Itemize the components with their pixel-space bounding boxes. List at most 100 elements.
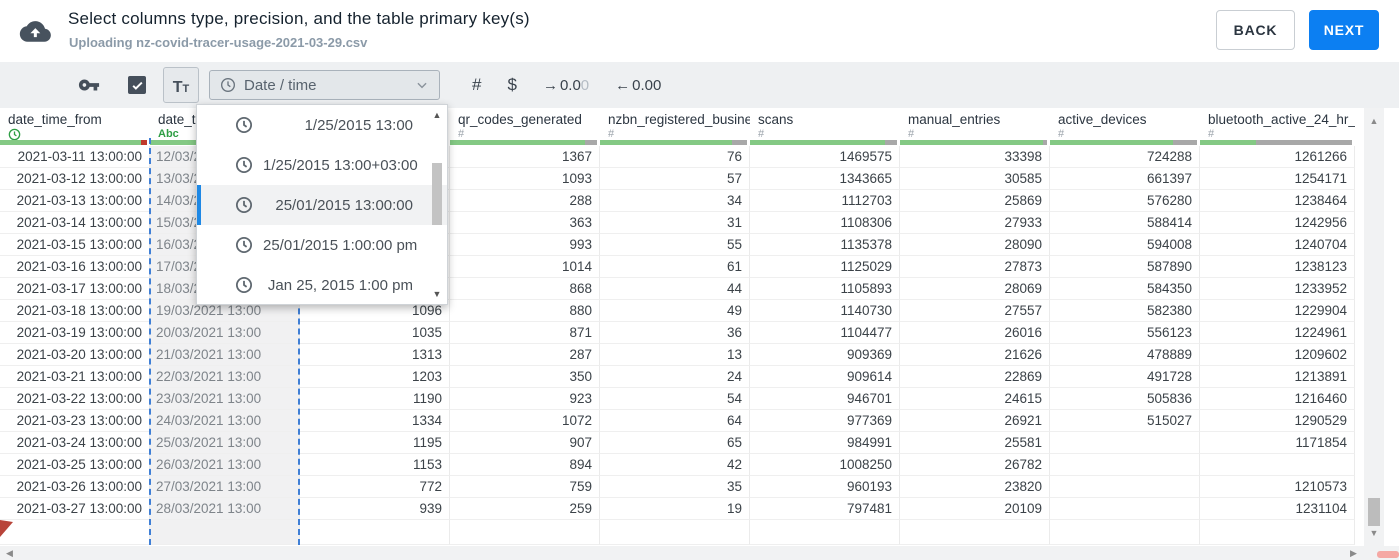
table-cell[interactable]: 871	[450, 322, 600, 344]
table-cell[interactable]: 594008	[1050, 234, 1200, 256]
table-cell[interactable]: 1153	[300, 454, 450, 476]
table-cell[interactable]: 1367	[450, 146, 600, 168]
table-cell[interactable]: 1140730	[750, 300, 900, 322]
table-cell[interactable]: 1135378	[750, 234, 900, 256]
table-cell[interactable]: 1261266	[1200, 146, 1355, 168]
date-format-option[interactable]: 25/01/2015 13:00:00	[197, 185, 447, 225]
table-cell[interactable]: 576280	[1050, 190, 1200, 212]
table-cell[interactable]: 1216460	[1200, 388, 1355, 410]
vertical-scrollbar[interactable]: ▲ ▼	[1364, 108, 1384, 546]
table-cell[interactable]: 55	[600, 234, 750, 256]
table-cell[interactable]: 907	[450, 432, 600, 454]
table-cell[interactable]: 661397	[1050, 168, 1200, 190]
table-cell[interactable]: 21/03/2021 13:00	[150, 344, 300, 366]
table-cell[interactable]: 27873	[900, 256, 1050, 278]
table-cell[interactable]: 1213891	[1200, 366, 1355, 388]
table-cell[interactable]: 2021-03-23 13:00:00	[0, 410, 150, 432]
table-cell[interactable]: 21626	[900, 344, 1050, 366]
table-cell[interactable]: 1093	[450, 168, 600, 190]
table-cell[interactable]: 20109	[900, 498, 1050, 520]
date-format-option[interactable]: Jan 25, 2015 1:00 pm	[197, 265, 447, 305]
table-cell[interactable]: 22/03/2021 13:00	[150, 366, 300, 388]
table-cell[interactable]: 491728	[1050, 366, 1200, 388]
table-cell[interactable]: 65	[600, 432, 750, 454]
dropdown-scroll-down-icon[interactable]: ▼	[431, 289, 443, 299]
table-cell[interactable]: 24/03/2021 13:00	[150, 410, 300, 432]
table-cell[interactable]: 25/03/2021 13:00	[150, 432, 300, 454]
table-cell[interactable]: 1242956	[1200, 212, 1355, 234]
table-cell[interactable]: 960193	[750, 476, 900, 498]
table-cell[interactable]: 797481	[750, 498, 900, 520]
increase-decimal-button[interactable]: → 0.0 0	[543, 77, 589, 94]
column-header-qr_codes_generated[interactable]: qr_codes_generated #	[450, 108, 600, 146]
primary-key-icon[interactable]	[78, 74, 100, 96]
table-cell[interactable]: 288	[450, 190, 600, 212]
date-format-option[interactable]: 1/25/2015 13:00+03:00	[197, 145, 447, 185]
table-cell[interactable]: 27557	[900, 300, 1050, 322]
number-type-button[interactable]: #	[472, 75, 481, 95]
table-cell[interactable]: 2021-03-22 13:00:00	[0, 388, 150, 410]
table-cell[interactable]: 2021-03-14 13:00:00	[0, 212, 150, 234]
table-cell[interactable]: 76	[600, 146, 750, 168]
table-cell[interactable]: 30585	[900, 168, 1050, 190]
table-cell[interactable]: 64	[600, 410, 750, 432]
table-cell[interactable]: 1224961	[1200, 322, 1355, 344]
table-cell[interactable]: 13	[600, 344, 750, 366]
table-cell[interactable]	[1050, 498, 1200, 520]
table-cell[interactable]: 2021-03-12 13:00:00	[0, 168, 150, 190]
table-cell[interactable]: 20/03/2021 13:00	[150, 322, 300, 344]
table-cell[interactable]: 1112703	[750, 190, 900, 212]
table-cell[interactable]: 27/03/2021 13:00	[150, 476, 300, 498]
table-cell[interactable]	[1050, 432, 1200, 454]
table-cell[interactable]	[1050, 476, 1200, 498]
column-header-manual_entries[interactable]: manual_entries #	[900, 108, 1050, 146]
table-cell[interactable]: 259	[450, 498, 600, 520]
table-cell[interactable]: 1104477	[750, 322, 900, 344]
table-cell[interactable]: 772	[300, 476, 450, 498]
table-cell[interactable]: 2021-03-20 13:00:00	[0, 344, 150, 366]
table-cell[interactable]	[1200, 454, 1355, 476]
table-cell[interactable]: 24615	[900, 388, 1050, 410]
back-button[interactable]: BACK	[1216, 10, 1295, 50]
table-cell[interactable]: 1209602	[1200, 344, 1355, 366]
table-cell[interactable]: 1231104	[1200, 498, 1355, 520]
vertical-scrollbar-thumb[interactable]	[1368, 498, 1380, 526]
scroll-left-icon[interactable]: ◀	[6, 548, 13, 559]
table-cell[interactable]: 2021-03-26 13:00:00	[0, 476, 150, 498]
column-header-bluetooth_active_24_hr_[interactable]: bluetooth_active_24_hr_ #	[1200, 108, 1355, 146]
table-cell[interactable]: 582380	[1050, 300, 1200, 322]
currency-type-button[interactable]: $	[507, 75, 516, 95]
table-cell[interactable]: 2021-03-11 13:00:00	[0, 146, 150, 168]
table-cell[interactable]: 1171854	[1200, 432, 1355, 454]
scroll-up-icon[interactable]: ▲	[1364, 116, 1384, 126]
table-cell[interactable]: 54	[600, 388, 750, 410]
table-cell[interactable]: 1240704	[1200, 234, 1355, 256]
table-cell[interactable]: 27933	[900, 212, 1050, 234]
column-type-dropdown[interactable]: Date / time	[209, 70, 440, 100]
table-cell[interactable]: 894	[450, 454, 600, 476]
table-cell[interactable]: 26782	[900, 454, 1050, 476]
column-header-active_devices[interactable]: active_devices #	[1050, 108, 1200, 146]
table-cell[interactable]: 2021-03-18 13:00:00	[0, 300, 150, 322]
decrease-decimal-button[interactable]: ← 0.00	[615, 77, 661, 94]
dropdown-scrollbar-thumb[interactable]	[432, 163, 442, 225]
table-cell[interactable]: 1008250	[750, 454, 900, 476]
table-cell[interactable]: 1233952	[1200, 278, 1355, 300]
table-cell[interactable]: 28/03/2021 13:00	[150, 498, 300, 520]
table-cell[interactable]: 350	[450, 366, 600, 388]
table-cell[interactable]: 25581	[900, 432, 1050, 454]
table-cell[interactable]: 515027	[1050, 410, 1200, 432]
table-cell[interactable]: 61	[600, 256, 750, 278]
table-cell[interactable]: 2021-03-27 13:00:00	[0, 498, 150, 520]
table-cell[interactable]: 44	[600, 278, 750, 300]
table-cell[interactable]: 977369	[750, 410, 900, 432]
table-cell[interactable]: 23/03/2021 13:00	[150, 388, 300, 410]
table-cell[interactable]: 2021-03-13 13:00:00	[0, 190, 150, 212]
table-cell[interactable]: 946701	[750, 388, 900, 410]
table-cell[interactable]: 984991	[750, 432, 900, 454]
table-cell[interactable]: 1334	[300, 410, 450, 432]
table-cell[interactable]: 19	[600, 498, 750, 520]
table-cell[interactable]: 1105893	[750, 278, 900, 300]
table-cell[interactable]: 1210573	[1200, 476, 1355, 498]
table-cell[interactable]: 23820	[900, 476, 1050, 498]
